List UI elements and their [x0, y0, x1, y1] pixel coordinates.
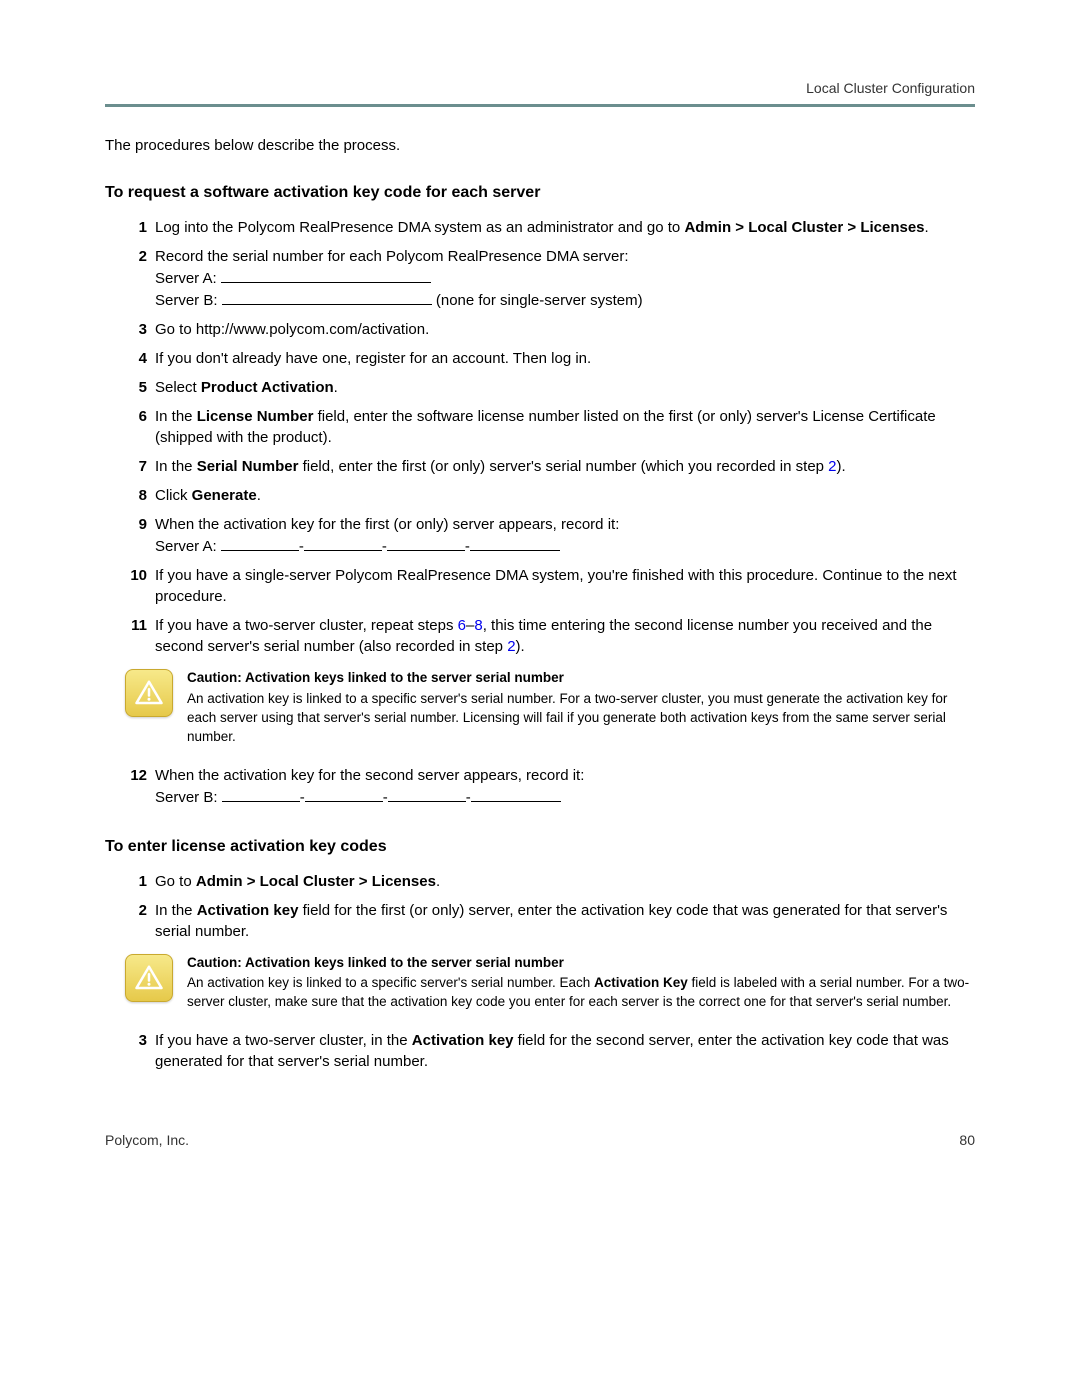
step-5: 5Select Product Activation. — [125, 377, 975, 398]
caution-icon — [125, 669, 173, 717]
header-rule — [105, 104, 975, 107]
step-2: 2 Record the serial number for each Poly… — [125, 246, 975, 311]
step-2-server-a: Server A: — [155, 267, 975, 289]
footer-page-number: 80 — [959, 1132, 975, 1148]
step-10: 10If you have a single-server Polycom Re… — [125, 565, 975, 607]
step-9: 9 When the activation key for the first … — [125, 514, 975, 557]
header-section-label: Local Cluster Configuration — [105, 80, 975, 96]
step-8: 8Click Generate. — [125, 485, 975, 506]
caution-icon — [125, 954, 173, 1002]
step-2-server-b: Server B: (none for single-server system… — [155, 289, 975, 311]
caution-box-1: Caution: Activation keys linked to the s… — [125, 669, 975, 747]
step-3: 3Go to http://www.polycom.com/activation… — [125, 319, 975, 340]
section1-steps: 1 Log into the Polycom RealPresence DMA … — [125, 217, 975, 657]
sec2-step-1: 1Go to Admin > Local Cluster > Licenses. — [125, 871, 975, 892]
caution-body-2: Caution: Activation keys linked to the s… — [187, 954, 975, 1013]
caution-title-1: Caution: Activation keys linked to the s… — [187, 669, 975, 688]
sec2-step-2: 2In the Activation key field for the fir… — [125, 900, 975, 942]
caution-box-2: Caution: Activation keys linked to the s… — [125, 954, 975, 1013]
step-9-server-a: Server A: --- — [155, 535, 975, 557]
step-1-text: Log into the Polycom RealPresence DMA sy… — [155, 219, 929, 236]
footer-company: Polycom, Inc. — [105, 1132, 189, 1148]
caution-text-2: An activation key is linked to a specifi… — [187, 974, 975, 1012]
server-b-blank — [222, 289, 432, 305]
caution-body-1: Caution: Activation keys linked to the s… — [187, 669, 975, 747]
page-footer: Polycom, Inc. 80 — [105, 1132, 975, 1148]
section2-heading: To enter license activation key codes — [105, 838, 975, 856]
step-6: 6In the License Number field, enter the … — [125, 406, 975, 448]
section1-steps-cont: 12 When the activation key for the secon… — [125, 765, 975, 808]
step-12: 12 When the activation key for the secon… — [125, 765, 975, 808]
xref-step-8[interactable]: 8 — [474, 617, 482, 634]
server-a-blank — [221, 267, 431, 283]
step-12-server-b: Server B: --- — [155, 786, 975, 808]
xref-step-2b[interactable]: 2 — [507, 638, 515, 655]
sec2-step-3: 3If you have a two-server cluster, in th… — [125, 1030, 975, 1072]
intro-text: The procedures below describe the proces… — [105, 137, 975, 154]
step-7: 7In the Serial Number field, enter the f… — [125, 456, 975, 477]
caution-title-2: Caution: Activation keys linked to the s… — [187, 954, 975, 973]
section1-heading: To request a software activation key cod… — [105, 184, 975, 202]
page-container: Local Cluster Configuration The procedur… — [0, 0, 1080, 1188]
section2-steps-cont: 3If you have a two-server cluster, in th… — [125, 1030, 975, 1072]
step-11: 11If you have a two-server cluster, repe… — [125, 615, 975, 657]
step-2-text: Record the serial number for each Polyco… — [155, 246, 975, 267]
section2-steps: 1Go to Admin > Local Cluster > Licenses.… — [125, 871, 975, 942]
step-4: 4If you don't already have one, register… — [125, 348, 975, 369]
step-1: 1 Log into the Polycom RealPresence DMA … — [125, 217, 975, 238]
xref-step-2[interactable]: 2 — [828, 458, 836, 475]
xref-step-6[interactable]: 6 — [458, 617, 466, 634]
caution-text-1: An activation key is linked to a specifi… — [187, 690, 975, 747]
